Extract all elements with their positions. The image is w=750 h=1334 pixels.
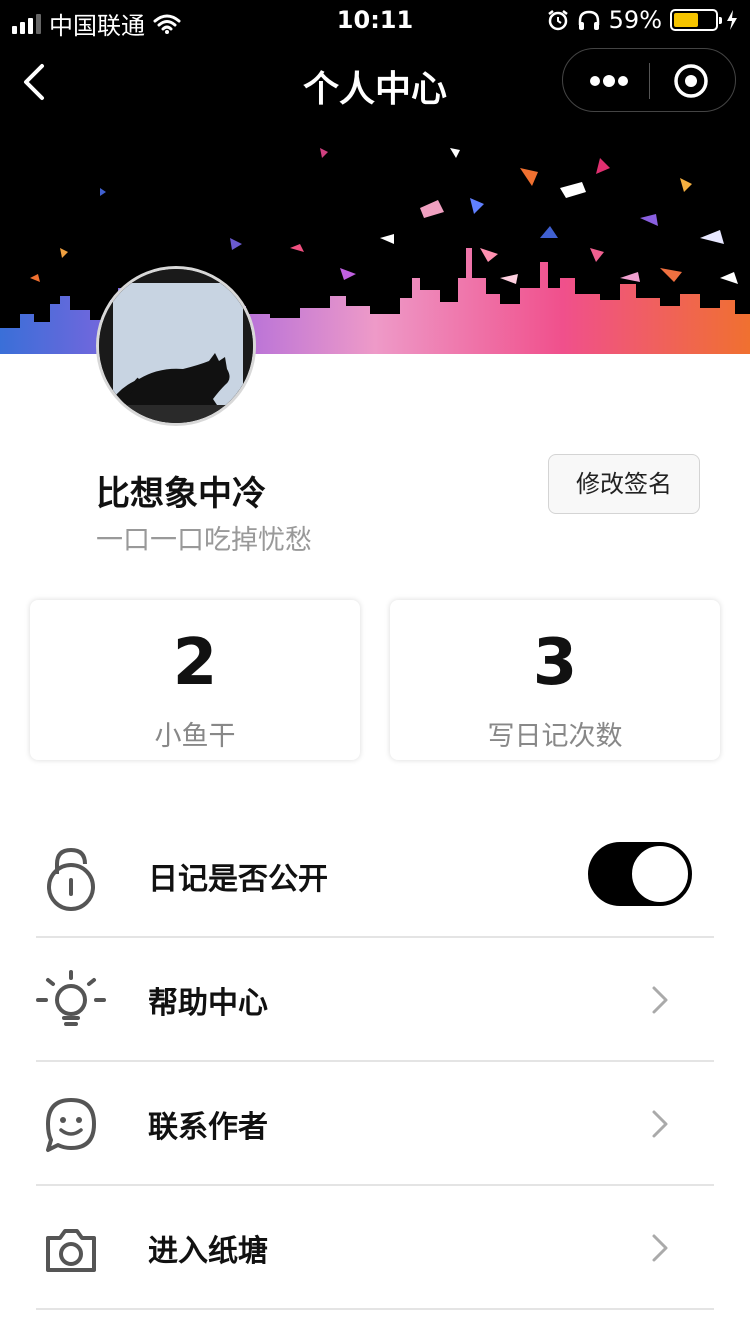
more-dots-icon[interactable] [589, 69, 629, 93]
menu-label: 日记是否公开 [148, 862, 328, 897]
menu-row-enter-pond[interactable]: 进入纸塘 [36, 1186, 714, 1310]
username: 比想象中冷 [96, 474, 266, 514]
diary-public-toggle[interactable] [588, 842, 692, 906]
target-close-icon[interactable] [673, 63, 709, 99]
stat-value: 2 [172, 626, 218, 700]
menu-label: 联系作者 [148, 1110, 268, 1145]
stat-label: 写日记次数 [487, 721, 623, 752]
battery-icon [670, 9, 722, 31]
chevron-right-icon [652, 1110, 668, 1138]
battery-percent: 59% [608, 6, 662, 34]
menu-label: 帮助中心 [148, 986, 268, 1021]
menu-row-diary-public: 日记是否公开 [36, 814, 714, 938]
signature: 一口一口吃掉忧愁 [96, 525, 312, 556]
lock-icon [47, 847, 95, 911]
menu-row-help-center[interactable]: 帮助中心 [36, 938, 714, 1062]
mini-program-capsule [562, 48, 736, 112]
status-bar: 中国联通 10:11 59% [0, 0, 750, 40]
camera-icon [46, 1229, 96, 1272]
menu-row-contact-author[interactable]: 联系作者 [36, 1062, 714, 1186]
chevron-right-icon [652, 1234, 668, 1262]
edit-signature-button[interactable]: 修改签名 [548, 454, 700, 514]
smiley-chat-icon [46, 1098, 96, 1152]
menu-label: 进入纸塘 [148, 1234, 268, 1269]
headphones-icon [578, 10, 599, 30]
capsule-divider [649, 63, 650, 99]
chevron-right-icon [652, 986, 668, 1014]
lightbulb-icon [36, 970, 106, 1026]
toggle-knob [630, 844, 690, 904]
alarm-icon [547, 10, 568, 31]
stat-value: 3 [532, 626, 578, 700]
stat-card-diary-count: 3 写日记次数 [390, 600, 720, 760]
stat-card-dried-fish: 2 小鱼干 [30, 600, 360, 760]
navigation-bar: 个人中心 [0, 40, 750, 128]
avatar[interactable] [96, 266, 256, 426]
stat-label: 小鱼干 [154, 721, 236, 752]
charging-icon [727, 10, 737, 30]
